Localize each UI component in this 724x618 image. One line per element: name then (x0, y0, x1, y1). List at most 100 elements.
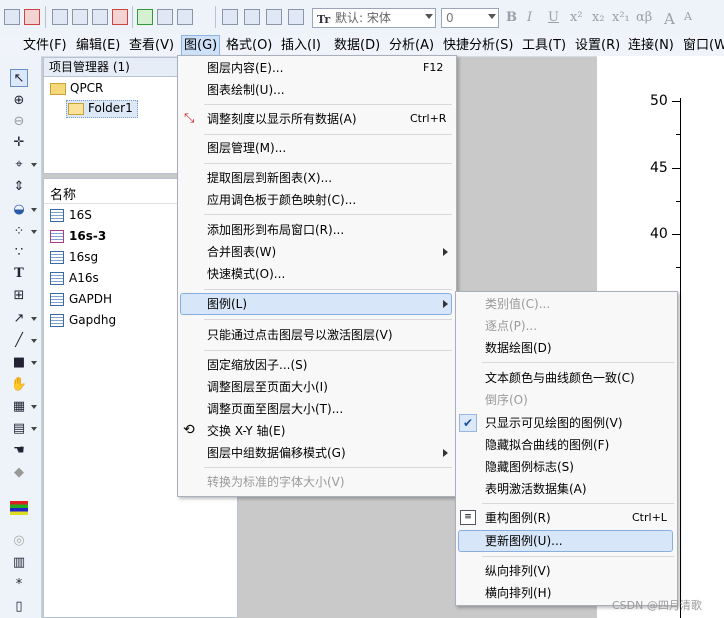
zoom-in-icon[interactable]: ⊕ (10, 92, 28, 110)
menu-item-apply-palette[interactable]: 应用调色板于颜色映射(C)... (207, 190, 356, 210)
tree-root[interactable]: QPCR (70, 81, 103, 95)
copy-icon[interactable] (244, 9, 260, 25)
menu-item-legend[interactable]: 图例(L) (207, 294, 247, 314)
y-axis-line[interactable] (680, 98, 681, 618)
submenu-item-update-legend[interactable]: 更新图例(U)... (485, 531, 563, 551)
list-item[interactable]: 16s-3 (69, 229, 106, 243)
list-item[interactable]: GAPDH (69, 292, 112, 306)
submenu-item-categorical-values[interactable]: 类别值(C)... (485, 294, 550, 314)
menu-item-speed-mode[interactable]: 快速模式(O)... (207, 264, 285, 284)
refresh-icon[interactable] (177, 9, 193, 25)
menu-item-rescale-to-show-all[interactable]: 调整刻度以显示所有数据(A) (207, 109, 357, 129)
menu-quick-analysis[interactable]: 快捷分析(S) (443, 37, 513, 54)
menu-window[interactable]: 窗口(W) (683, 37, 724, 54)
menu-format[interactable]: 格式(O) (226, 37, 272, 54)
submenu-item-by-point[interactable]: 逐点(P)... (485, 316, 537, 336)
star-icon[interactable]: * (10, 576, 28, 594)
greek-button[interactable]: αβ (636, 10, 652, 25)
format-painter-icon[interactable] (288, 9, 304, 25)
menu-view[interactable]: 查看(V) (129, 37, 174, 54)
menu-item-offset-mode[interactable]: 图层中组数据偏移模式(G) (207, 443, 346, 463)
list-item[interactable]: 16S (69, 208, 92, 222)
bold-button[interactable]: B (506, 10, 517, 25)
ruler-icon[interactable]: ▯ (10, 598, 28, 616)
menu-item-plot-setup[interactable]: 图表绘制(U)... (207, 80, 285, 100)
rectangle-tool-icon[interactable]: ■ (10, 354, 28, 372)
superscript-button[interactable]: x² (570, 10, 583, 25)
underline-button[interactable]: U (548, 10, 559, 25)
hand-icon[interactable]: ✋ (10, 376, 28, 394)
new-graph-icon[interactable] (24, 9, 40, 25)
disc-icon[interactable]: ◎ (10, 532, 28, 550)
annotation-icon[interactable]: ⊞ (10, 287, 28, 305)
menu-item-fit-layer-to-page[interactable]: 调整图层至页面大小(I) (207, 377, 328, 397)
list-item[interactable]: Gapdhg (69, 313, 116, 327)
text-tool-icon[interactable]: T (10, 265, 28, 283)
font-name-select[interactable]: Tr 默认: 宋体 (312, 8, 436, 28)
name-column-header[interactable]: 名称 (50, 184, 76, 203)
scale-icon[interactable]: ✛ (10, 134, 28, 152)
font-size-select[interactable]: 0 (441, 8, 499, 28)
draw-data-icon[interactable]: ∵ (10, 244, 28, 262)
add-data-icon[interactable] (137, 9, 153, 25)
color-palette-icon[interactable] (10, 501, 28, 515)
move-icon[interactable]: ☚ (10, 442, 28, 460)
mask-icon[interactable]: ⁘ (10, 223, 28, 241)
italic-button[interactable]: I (527, 10, 532, 25)
submenu-item-vertical-layout[interactable]: 纵向排列(V) (485, 561, 551, 581)
insert-graph-icon[interactable]: ▦ (10, 398, 28, 416)
supersubscript-button[interactable]: x²₁ (612, 10, 630, 25)
region-icon[interactable]: ◆ (10, 464, 28, 482)
menu-file[interactable]: 文件(F) (23, 37, 67, 54)
submenu-item-reverse-order[interactable]: 倒序(O) (485, 390, 528, 410)
menu-tools[interactable]: 工具(T) (522, 37, 566, 54)
list-item[interactable]: A16s (69, 271, 99, 285)
submenu-item-hide-fit-curves[interactable]: 隐藏拟合曲线的图例(F) (485, 435, 609, 455)
menu-item-layer-contents[interactable]: 图层内容(E)... (207, 58, 283, 78)
increase-font-button[interactable]: A (664, 10, 675, 28)
menu-graph[interactable]: 图(G) (181, 35, 221, 56)
menu-item-extract-layers[interactable]: 提取图层到新图表(X)... (207, 168, 332, 188)
submenu-item-reconstruct-legend[interactable]: 重构图例(R) (485, 508, 551, 528)
column-icon[interactable]: ▥ (10, 554, 28, 572)
arrow-tool-icon[interactable]: ↗ (10, 310, 28, 328)
menu-insert[interactable]: 插入(I) (281, 37, 321, 54)
menu-item-layer-management[interactable]: 图层管理(M)... (207, 138, 286, 158)
menu-analysis[interactable]: 分析(A) (389, 37, 434, 54)
zoom-out-icon[interactable]: ⊖ (10, 113, 28, 131)
menu-item-add-to-layout[interactable]: 添加图形到布局窗口(R)... (207, 220, 344, 240)
menu-item-fit-page-to-layers[interactable]: 调整页面至图层大小(T)... (207, 399, 343, 419)
layout-icon[interactable] (112, 9, 128, 25)
menu-item-activate-by-layer-icon[interactable]: 只能通过点击图层号以激活图层(V) (207, 325, 393, 345)
rescale-icon[interactable] (157, 9, 173, 25)
worksheet-icon[interactable] (72, 9, 88, 25)
screen-reader-icon[interactable]: ⌖ (10, 156, 28, 174)
menu-edit[interactable]: 编辑(E) (76, 37, 120, 54)
data-reader-icon[interactable]: ⇕ (10, 178, 28, 196)
subscript-button[interactable]: x₂ (592, 10, 605, 25)
new-workbook-icon[interactable] (4, 9, 20, 25)
decrease-font-button[interactable]: A (684, 10, 692, 23)
submenu-item-indicate-active[interactable]: 表明激活数据集(A) (485, 479, 587, 499)
submenu-item-text-color-match[interactable]: 文本颜色与曲线颜色一致(C) (485, 368, 635, 388)
menu-item-exchange-xy[interactable]: 交换 X-Y 轴(E) (207, 421, 285, 441)
cut-icon[interactable] (222, 9, 238, 25)
submenu-item-data-plot[interactable]: 数据绘图(D) (485, 338, 552, 358)
submenu-item-hide-legend-symbols[interactable]: 隐藏图例标志(S) (485, 457, 574, 477)
menu-item-convert-font-size[interactable]: 转换为标准的字体大小(V) (207, 472, 345, 492)
paste-icon[interactable] (266, 9, 282, 25)
pointer-tool-icon[interactable]: ↖ (10, 69, 28, 87)
menu-item-fix-factors[interactable]: 固定缩放因子...(S) (207, 355, 307, 375)
menu-settings[interactable]: 设置(R) (575, 37, 620, 54)
menu-item-merge-graphs[interactable]: 合并图表(W) (207, 242, 276, 262)
list-item[interactable]: 16sg (69, 250, 98, 264)
menu-connect[interactable]: 连接(N) (628, 37, 674, 54)
submenu-item-horizontal-layout[interactable]: 横向排列(H) (485, 583, 551, 603)
insert-table-icon[interactable]: ▤ (10, 420, 28, 438)
data-selector-icon[interactable]: ◒ (10, 201, 28, 219)
line-tool-icon[interactable]: ╱ (10, 332, 28, 350)
menu-data[interactable]: 数据(D) (334, 37, 380, 54)
tree-folder[interactable]: Folder1 (88, 101, 133, 115)
submenu-item-visible-only[interactable]: 只显示可见绘图的图例(V) (485, 413, 623, 433)
matrix-icon[interactable] (92, 9, 108, 25)
